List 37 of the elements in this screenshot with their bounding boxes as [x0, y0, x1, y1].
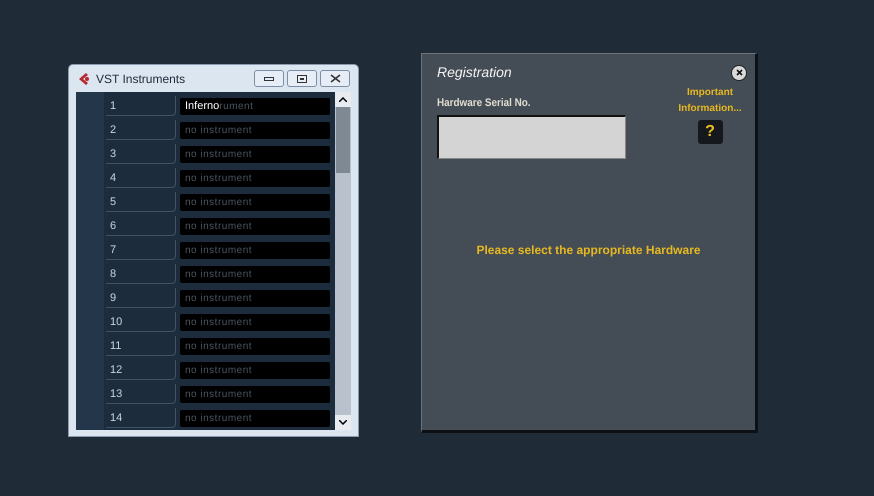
slot-number-field[interactable]: 10 — [106, 312, 176, 332]
close-button[interactable] — [320, 70, 350, 87]
slot-number-field[interactable]: 4 — [106, 168, 176, 188]
close-icon — [330, 74, 340, 83]
minimize-icon — [264, 76, 274, 80]
app-logo-icon — [77, 72, 91, 86]
slot-number-field[interactable]: 13 — [106, 384, 176, 404]
instrument-slot[interactable]: Infernorument — [180, 98, 330, 114]
close-icon — [736, 69, 742, 76]
slot-number-field[interactable]: 12 — [106, 360, 176, 380]
window-title: VST Instruments — [96, 70, 186, 88]
scroll-down-button[interactable] — [335, 415, 351, 430]
scrollbar[interactable] — [335, 92, 351, 430]
important-information-link[interactable]: Important Information... — [670, 85, 750, 117]
slot-number-field[interactable]: 8 — [106, 264, 176, 284]
slot-number-field[interactable]: 2 — [106, 120, 176, 140]
slot-number-field[interactable]: 1 — [106, 96, 176, 116]
slot-number-field[interactable]: 7 — [106, 240, 176, 260]
slot-number-field[interactable]: 9 — [106, 288, 176, 308]
slot-number-field[interactable]: 3 — [106, 144, 176, 164]
hardware-message: Please select the appropriate Hardware — [476, 242, 701, 258]
scroll-thumb[interactable] — [336, 107, 350, 173]
help-button[interactable]: ? — [698, 120, 722, 144]
caret-up-icon — [339, 97, 347, 102]
slot-number-field[interactable]: 14 — [106, 408, 176, 428]
slot-number-field[interactable]: 6 — [106, 216, 176, 236]
minimize-button[interactable] — [254, 70, 284, 87]
maximize-button[interactable] — [287, 70, 317, 87]
maximize-icon — [297, 74, 307, 82]
serial-number-field[interactable] — [437, 114, 626, 158]
panel-title: Registration — [437, 63, 512, 82]
slot-number-field[interactable]: 11 — [106, 336, 176, 356]
serial-label: Hardware Serial No. — [437, 96, 532, 111]
scroll-up-button[interactable] — [335, 92, 351, 107]
caret-down-icon — [339, 420, 347, 425]
close-button[interactable] — [731, 64, 747, 80]
slot-number-field[interactable]: 5 — [106, 192, 176, 212]
